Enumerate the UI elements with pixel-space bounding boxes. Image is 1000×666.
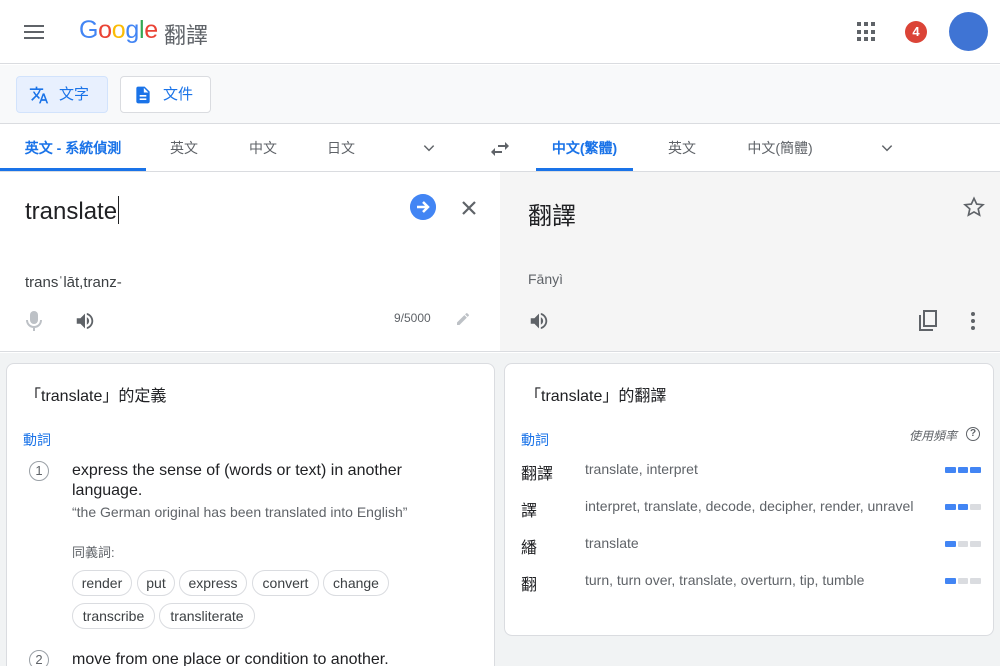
- back-translations: translate, interpret: [585, 461, 698, 477]
- translation-word[interactable]: 繙: [521, 534, 537, 558]
- top-bar: Google 翻譯 4: [0, 0, 1000, 64]
- synonym-chip[interactable]: transcribe: [72, 603, 155, 629]
- source-input[interactable]: translate: [25, 196, 120, 226]
- source-lang-chinese-tab[interactable]: 中文: [239, 125, 287, 171]
- menu-icon[interactable]: [22, 20, 46, 44]
- source-input-text: translate: [25, 198, 118, 225]
- source-lang-more-chevron-icon[interactable]: [422, 141, 436, 155]
- swap-languages-icon[interactable]: [488, 137, 512, 161]
- synonym-chip[interactable]: express: [179, 570, 247, 596]
- target-lang-chinese-simplified-tab[interactable]: 中文(簡體): [738, 125, 822, 171]
- synonym-chip[interactable]: put: [137, 570, 175, 596]
- source-lang-detect-tab[interactable]: 英文 - 系統偵測: [0, 125, 146, 171]
- document-mode-label: 文件: [163, 86, 194, 103]
- notification-badge[interactable]: 4: [905, 21, 927, 43]
- definitions-card: 「translate」的定義 動詞 1 express the sense of…: [6, 363, 495, 666]
- synonym-chip[interactable]: change: [323, 570, 389, 596]
- target-panel: 翻譯 Fānyì: [500, 172, 1000, 352]
- help-icon[interactable]: ?: [966, 427, 980, 441]
- definition-text: express the sense of (words or text) in …: [72, 462, 402, 499]
- back-translations: interpret, translate, decode, decipher, …: [585, 498, 914, 514]
- back-translations: translate: [585, 535, 639, 551]
- definitions-title: 「translate」的定義: [25, 388, 167, 405]
- synonym-chip[interactable]: convert: [252, 570, 319, 596]
- results-area: 「translate」的定義 動詞 1 express the sense of…: [0, 353, 1000, 666]
- apps-grid-icon[interactable]: [857, 22, 877, 42]
- source-transliteration: transˈlāt,tranz-: [25, 274, 122, 291]
- google-logo[interactable]: Google: [79, 16, 158, 45]
- more-vert-icon[interactable]: [966, 311, 980, 331]
- text-caret: [118, 196, 120, 224]
- definition-number: 1: [29, 461, 49, 481]
- star-icon[interactable]: [963, 196, 985, 218]
- frequency-label: 使用頻率: [909, 429, 958, 443]
- mode-bar: 文字 文件: [0, 65, 1000, 124]
- source-panel: translate transˈlāt,tranz- 9/5000: [0, 172, 500, 352]
- source-lang-japanese-tab[interactable]: 日文: [317, 125, 365, 171]
- document-mode-button[interactable]: 文件: [120, 76, 211, 113]
- translation-output: 翻譯: [528, 203, 576, 230]
- frequency-bar: [945, 467, 982, 473]
- translations-part-of-speech: 動詞: [521, 432, 549, 448]
- close-icon[interactable]: [459, 198, 479, 218]
- target-transliteration: Fānyì: [528, 271, 564, 287]
- product-name: 翻譯: [164, 23, 209, 48]
- synonym-chip[interactable]: render: [72, 570, 132, 596]
- translations-card: 「translate」的翻譯 動詞 使用頻率 ? 翻譯 translate, i…: [504, 363, 994, 636]
- speaker-icon[interactable]: [74, 310, 96, 332]
- copy-icon[interactable]: [916, 309, 938, 333]
- document-icon: [136, 86, 150, 104]
- frequency-bar: [945, 541, 982, 547]
- translations-title: 「translate」的翻譯: [525, 388, 667, 405]
- synonyms-label: 同義詞:: [72, 545, 115, 560]
- language-bar: 英文 - 系統偵測 英文 中文 日文 中文(繁體) 英文 中文(簡體): [0, 125, 1000, 172]
- definitions-part-of-speech: 動詞: [23, 432, 51, 448]
- avatar[interactable]: [949, 12, 988, 51]
- source-lang-english-tab[interactable]: 英文: [160, 125, 208, 171]
- microphone-icon[interactable]: [24, 309, 44, 333]
- frequency-bar: [945, 578, 982, 584]
- definition-example: “the German original has been translated…: [72, 504, 408, 520]
- character-count: 9/5000: [394, 311, 431, 325]
- text-mode-button[interactable]: 文字: [16, 76, 108, 113]
- translation-word[interactable]: 翻譯: [521, 460, 553, 484]
- target-lang-more-chevron-icon[interactable]: [880, 141, 894, 155]
- target-lang-english-tab[interactable]: 英文: [658, 125, 706, 171]
- translate-icon: [29, 86, 49, 104]
- pencil-icon[interactable]: [455, 311, 471, 327]
- translation-word[interactable]: 翻: [521, 571, 537, 595]
- arrow-forward-icon[interactable]: [410, 194, 436, 220]
- speaker-icon[interactable]: [528, 310, 550, 332]
- definition-text: move from one place or condition to anot…: [72, 651, 389, 666]
- text-mode-label: 文字: [59, 86, 90, 103]
- synonym-chip[interactable]: transliterate: [159, 603, 255, 629]
- definition-number: 2: [29, 650, 49, 666]
- target-lang-chinese-traditional-tab[interactable]: 中文(繁體): [536, 125, 633, 171]
- frequency-bar: [945, 504, 982, 510]
- translation-word[interactable]: 譯: [521, 497, 537, 521]
- back-translations: turn, turn over, translate, overturn, ti…: [585, 572, 865, 588]
